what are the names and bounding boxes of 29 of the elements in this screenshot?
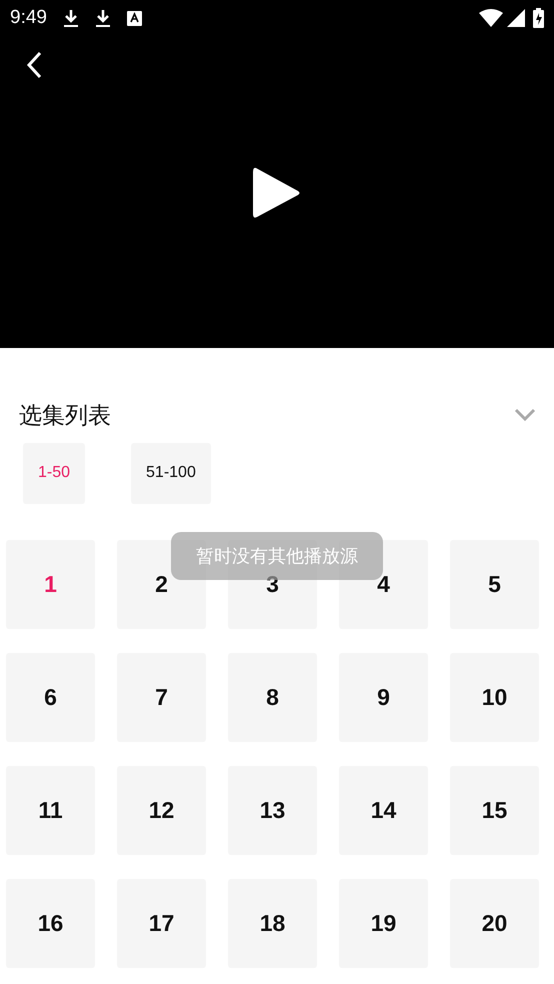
wifi-icon [479,9,503,27]
episode-button[interactable]: 13 [228,766,317,854]
status-time: 9:49 [10,6,47,30]
section-title: 选集列表 [19,401,111,430]
download-icon [62,8,79,28]
episode-button[interactable]: 18 [228,878,317,968]
episode-button[interactable]: 11 [6,766,95,854]
episode-button[interactable]: 16 [6,878,95,968]
signal-icon [507,9,525,27]
episode-button[interactable]: 12 [117,766,206,854]
episode-button[interactable]: 17 [117,878,206,968]
episode-button[interactable]: 15 [450,766,539,854]
keyboard-icon [126,10,142,26]
episode-button[interactable]: 14 [339,766,428,854]
episode-button[interactable]: 20 [450,878,539,968]
range-tab[interactable]: 51-100 [131,442,211,504]
episode-button[interactable]: 1 [6,540,95,628]
episode-button[interactable]: 19 [339,878,428,968]
back-button[interactable] [24,50,44,80]
battery-icon [533,8,544,28]
episode-button[interactable]: 8 [228,652,317,742]
episode-button[interactable]: 5 [450,540,539,628]
range-tab[interactable]: 1-50 [23,442,86,504]
download-icon [94,8,111,28]
episode-button[interactable]: 9 [339,652,428,742]
episode-button[interactable]: 6 [6,652,95,742]
video-player[interactable]: 9:49 [0,0,554,348]
episode-button[interactable]: 7 [117,652,206,742]
episode-button[interactable]: 10 [450,652,539,742]
